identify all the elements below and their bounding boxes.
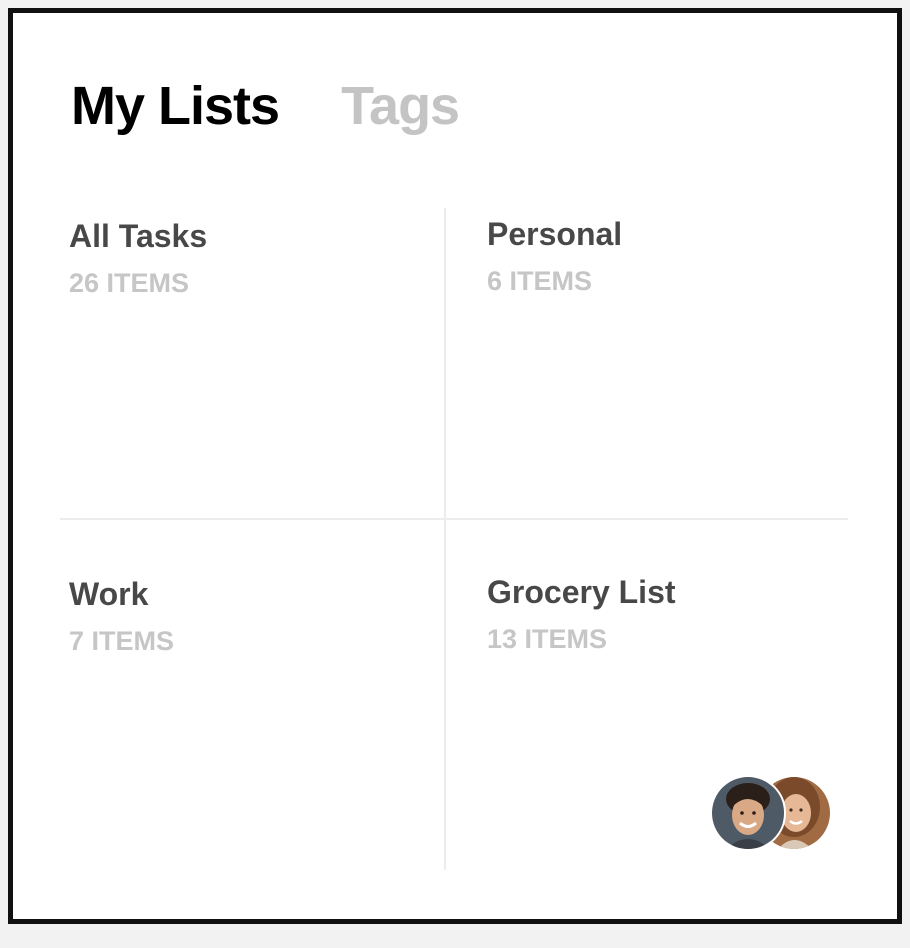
- horizontal-divider: [60, 518, 848, 520]
- tab-tags[interactable]: Tags: [341, 71, 460, 141]
- vertical-divider: [444, 208, 446, 870]
- list-item-count: 6 ITEMS: [487, 266, 593, 296]
- shared-users-avatars[interactable]: [710, 775, 834, 851]
- list-title: Work: [69, 576, 149, 612]
- avatar-man: [710, 775, 786, 851]
- list-item-count: 7 ITEMS: [69, 626, 175, 656]
- list-card-all-tasks[interactable]: All Tasks 26 ITEMS: [69, 216, 429, 506]
- tab-bar: My Lists Tags: [71, 71, 460, 141]
- tab-my-lists[interactable]: My Lists: [71, 71, 280, 141]
- list-item-count: 26 ITEMS: [69, 268, 190, 298]
- my-lists-card: My Lists Tags All Tasks 26 ITEMS Persona…: [8, 8, 902, 924]
- list-title: Grocery List: [487, 574, 676, 610]
- list-card-work[interactable]: Work 7 ITEMS: [69, 574, 429, 864]
- list-title: All Tasks: [69, 218, 208, 254]
- list-item-count: 13 ITEMS: [487, 624, 608, 654]
- list-card-personal[interactable]: Personal 6 ITEMS: [487, 214, 837, 504]
- list-title: Personal: [487, 216, 623, 252]
